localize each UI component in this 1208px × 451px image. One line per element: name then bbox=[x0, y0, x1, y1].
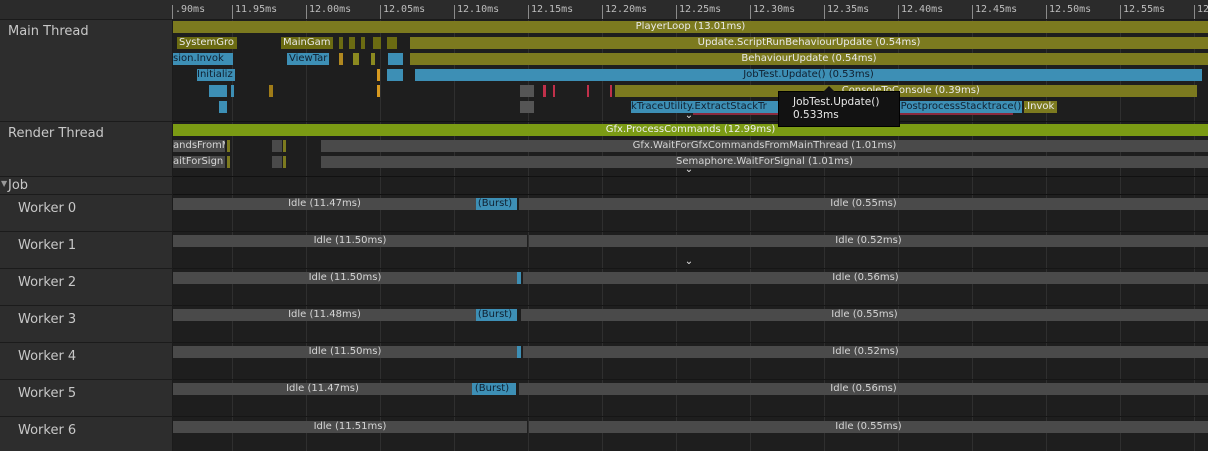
sample-script-run-behaviour-update[interactable]: Update.ScriptRunBehaviourUpdate (0.54ms) bbox=[410, 37, 1208, 49]
ruler-tick-label: 12.00ms bbox=[309, 4, 352, 15]
sample-worker-idle[interactable]: Idle (0.55ms) bbox=[519, 198, 1208, 210]
thread-name: Worker 2 bbox=[18, 275, 77, 290]
thread-label-worker[interactable]: Worker 6 bbox=[0, 417, 172, 451]
sample-worker-idle[interactable]: Idle (11.47ms) bbox=[173, 198, 476, 210]
thread-group-name: Job bbox=[8, 178, 29, 193]
ruler-tick-label: 12.35ms bbox=[827, 4, 870, 15]
sample-worker-idle[interactable]: Idle (0.56ms) bbox=[523, 272, 1208, 284]
sample-tooltip: JobTest.Update() 0.533ms bbox=[778, 86, 900, 127]
tooltip-sample-name: JobTest.Update() bbox=[793, 96, 880, 108]
thread-label-worker[interactable]: Worker 1 bbox=[0, 232, 172, 269]
sample-burst-job[interactable]: (Burst) bbox=[476, 309, 514, 321]
ruler-tick-label: 12.45ms bbox=[975, 4, 1018, 15]
triangle-down-icon[interactable]: ▼ bbox=[1, 179, 7, 188]
ruler-tick-label: 12.10ms bbox=[457, 4, 500, 15]
thread-group-job[interactable]: ▼ Job bbox=[0, 177, 172, 195]
ruler-tick-label: .90ms bbox=[175, 4, 206, 15]
sample-view-target[interactable]: ViewTar bbox=[287, 53, 329, 65]
sample-postprocess-stacktrace[interactable]: PostprocessStacktrace() bbox=[900, 101, 1022, 113]
sample-log-console[interactable]: ...ConsoleToConsole (0.39ms) bbox=[615, 85, 1197, 97]
thread-name: Worker 4 bbox=[18, 349, 77, 364]
thread-label-worker[interactable]: Worker 0 bbox=[0, 195, 172, 232]
sample-burst-job[interactable]: (Burst) bbox=[476, 198, 514, 210]
sample-worker-idle[interactable]: Idle (11.51ms) bbox=[173, 421, 527, 433]
sample-system-group[interactable]: SystemGro bbox=[177, 37, 237, 49]
sample-worker-idle[interactable]: Idle (0.55ms) bbox=[521, 309, 1208, 321]
sample-player-loop[interactable]: PlayerLoop (13.01ms) bbox=[173, 21, 1208, 33]
sample-commands-from-main[interactable]: andsFromM bbox=[173, 140, 225, 152]
ruler-tick-label: 12.40ms bbox=[901, 4, 944, 15]
sample-worker-idle[interactable]: Idle (11.50ms) bbox=[173, 235, 527, 247]
ruler-tick-label: 12.15ms bbox=[531, 4, 574, 15]
thread-name: Worker 3 bbox=[18, 312, 77, 327]
ruler-tick-label: 12.25ms bbox=[679, 4, 722, 15]
thread-label-worker[interactable]: Worker 3 bbox=[0, 306, 172, 343]
chevron-down-icon[interactable]: ⌄ bbox=[683, 257, 695, 267]
sample-worker-idle[interactable]: Idle (11.50ms) bbox=[173, 272, 517, 284]
timeline-ruler[interactable]: .90ms 11.95ms 12.00ms 12.05ms 12.10ms 12… bbox=[0, 0, 1208, 20]
sample-semaphore-wait[interactable]: Semaphore.WaitForSignal (1.01ms) bbox=[321, 156, 1208, 168]
sample-worker-idle[interactable]: Idle (0.52ms) bbox=[529, 235, 1208, 247]
tooltip-sample-time: 0.533ms bbox=[793, 109, 839, 121]
ruler-tick-label: 11.95ms bbox=[235, 4, 278, 15]
thread-label-main[interactable]: Main Thread bbox=[0, 20, 172, 122]
sample-worker-idle[interactable]: Idle (0.55ms) bbox=[529, 421, 1208, 433]
sample-gfx-wait-for-commands[interactable]: Gfx.WaitForGfxCommandsFromMainThread (1.… bbox=[321, 140, 1208, 152]
ruler-tick-label: 12.20ms bbox=[605, 4, 648, 15]
thread-name: Render Thread bbox=[8, 126, 104, 141]
ruler-tick-label: 12 bbox=[1197, 4, 1208, 15]
sample-main-game[interactable]: MainGam bbox=[281, 37, 333, 49]
thread-label-worker[interactable]: Worker 5 bbox=[0, 380, 172, 417]
thread-name: Main Thread bbox=[8, 24, 89, 39]
sample-invoke-right[interactable]: .Invok bbox=[1024, 101, 1057, 113]
sample-worker-idle[interactable]: Idle (11.48ms) bbox=[173, 309, 476, 321]
thread-name: Worker 1 bbox=[18, 238, 77, 253]
sample-worker-idle[interactable]: Idle (0.52ms) bbox=[523, 346, 1208, 358]
thread-sidebar: Main Thread Render Thread ▼ Job Worker 0… bbox=[0, 20, 173, 451]
thread-name: Worker 6 bbox=[18, 423, 77, 438]
thread-label-worker[interactable]: Worker 2 bbox=[0, 269, 172, 306]
sample-gfx-process-commands[interactable]: Gfx.ProcessCommands (12.99ms) bbox=[173, 124, 1208, 136]
ruler-tick-label: 12.30ms bbox=[753, 4, 796, 15]
sample-worker-idle[interactable]: Idle (11.47ms) bbox=[173, 383, 472, 395]
ruler-tick-label: 12.50ms bbox=[1049, 4, 1092, 15]
thread-name: Worker 5 bbox=[18, 386, 77, 401]
thread-label-worker[interactable]: Worker 4 bbox=[0, 343, 172, 380]
thread-name: Worker 0 bbox=[18, 201, 77, 216]
thread-label-render[interactable]: Render Thread bbox=[0, 122, 172, 177]
sample-burst-job[interactable]: (Burst) bbox=[472, 383, 512, 395]
chevron-down-icon[interactable]: ⌄ bbox=[683, 111, 695, 121]
sample-initialize[interactable]: Initializ bbox=[197, 69, 235, 81]
timeline-canvas[interactable]: PlayerLoop (13.01ms) SystemGro MainGam U… bbox=[173, 20, 1208, 451]
ruler-tick-label: 12.05ms bbox=[383, 4, 426, 15]
sample-sion-invoke[interactable]: sion.Invok bbox=[173, 53, 233, 65]
sample-extract-stacktrace[interactable]: kTraceUtility.ExtractStackTr bbox=[631, 101, 779, 113]
sample-jobtest-update[interactable]: JobTest.Update() (0.53ms) bbox=[415, 69, 1202, 81]
sample-worker-idle[interactable]: Idle (11.50ms) bbox=[173, 346, 517, 358]
sample-wait-for-signal-left[interactable]: aitForSign bbox=[173, 156, 225, 168]
sample-behaviour-update[interactable]: BehaviourUpdate (0.54ms) bbox=[410, 53, 1208, 65]
sample-worker-idle[interactable]: Idle (0.56ms) bbox=[519, 383, 1208, 395]
chevron-down-icon[interactable]: ⌄ bbox=[683, 165, 695, 175]
ruler-tick-label: 12.55ms bbox=[1123, 4, 1166, 15]
